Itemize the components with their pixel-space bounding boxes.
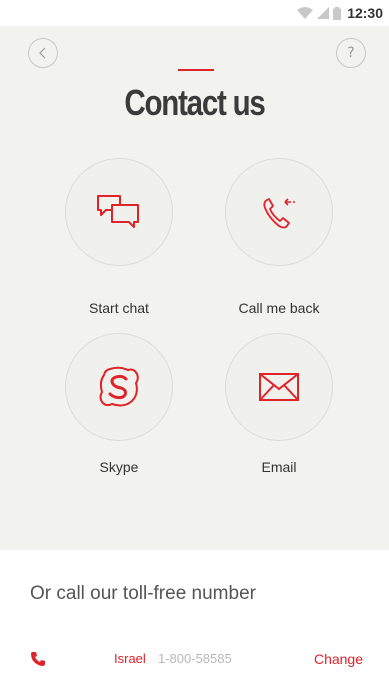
email-button[interactable]: Email xyxy=(219,333,339,475)
wifi-icon xyxy=(297,7,314,19)
call-me-back-button[interactable]: Call me back xyxy=(219,158,339,316)
skype-button[interactable]: Skype xyxy=(59,333,179,475)
signal-icon xyxy=(317,7,330,19)
callback-icon xyxy=(263,198,295,229)
page-title: Contact us xyxy=(124,82,265,123)
skype-icon xyxy=(99,366,139,407)
call-me-back-label: Call me back xyxy=(238,300,320,316)
status-time: 12:30 xyxy=(347,5,383,21)
chevron-left-icon xyxy=(39,47,46,59)
status-icons xyxy=(297,6,342,20)
contact-panel: ? Contact us Start chat Call me back Sky… xyxy=(0,26,389,550)
help-button[interactable]: ? xyxy=(336,38,366,68)
email-circle xyxy=(225,333,333,441)
start-chat-label: Start chat xyxy=(89,300,149,316)
chat-icon xyxy=(97,195,139,228)
phone-icon[interactable] xyxy=(30,651,46,667)
toll-free-text: Or call our toll-free number xyxy=(30,583,256,604)
email-label: Email xyxy=(261,459,297,475)
call-me-back-circle xyxy=(225,158,333,266)
battery-icon xyxy=(333,6,342,20)
help-icon: ? xyxy=(347,45,355,61)
country-name: Israel xyxy=(114,651,146,666)
toll-free-number[interactable]: 1-800-58585 xyxy=(158,651,232,666)
phone-number-row[interactable]: Israel 1-800-58585 Change xyxy=(0,648,389,672)
start-chat-button[interactable]: Start chat xyxy=(59,158,179,316)
email-icon xyxy=(259,373,299,401)
toll-free-footer: Or call our toll-free number Israel 1-80… xyxy=(0,550,389,694)
back-button[interactable] xyxy=(28,38,58,68)
skype-label: Skype xyxy=(99,459,139,475)
start-chat-circle xyxy=(65,158,173,266)
status-bar: 12:30 xyxy=(0,0,389,26)
skype-circle xyxy=(65,333,173,441)
change-country-link[interactable]: Change xyxy=(314,651,363,667)
title-accent-line xyxy=(178,69,214,71)
